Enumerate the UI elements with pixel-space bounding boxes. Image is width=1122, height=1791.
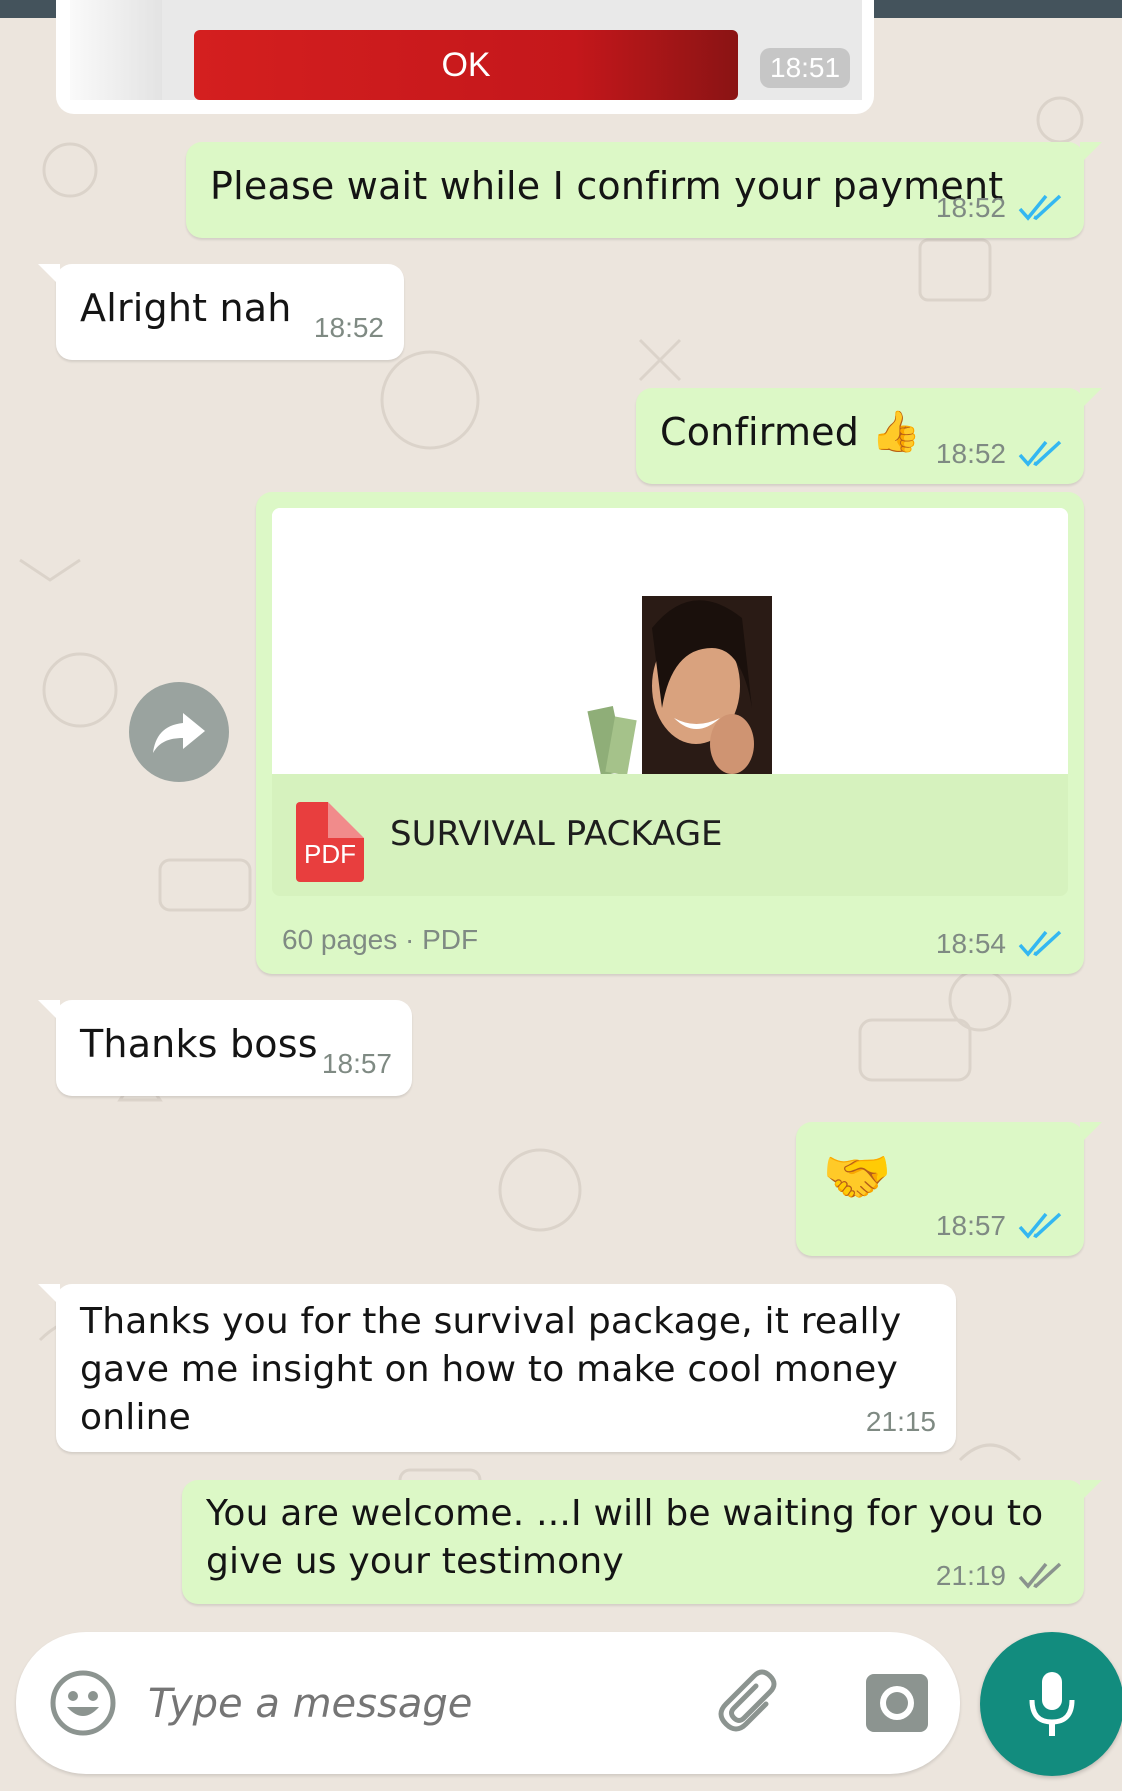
message-time: 18:51: [760, 48, 851, 88]
message-input[interactable]: [146, 1668, 690, 1740]
mic-icon: [1029, 1672, 1075, 1736]
delivered-ticks-icon: [1016, 1561, 1064, 1591]
forward-icon: [153, 713, 205, 753]
voice-record-button[interactable]: [980, 1632, 1122, 1776]
read-ticks-icon: [1016, 439, 1064, 469]
document-thumbnail: [272, 508, 1068, 774]
message-time: 18:52: [935, 192, 1006, 223]
camera-icon: [866, 1674, 928, 1732]
message-time: 21:19: [935, 1560, 1006, 1591]
read-ticks-icon: [1016, 1211, 1064, 1241]
ok-button-in-image: OK: [194, 30, 738, 100]
read-ticks-icon: [1016, 193, 1064, 223]
message-time: 18:57: [935, 1210, 1006, 1241]
message-composer: [16, 1632, 960, 1774]
message-time: 21:15: [865, 1406, 936, 1437]
message-text: Thanks boss: [80, 1022, 318, 1066]
outgoing-message[interactable]: Confirmed 👍 18:52: [636, 388, 1102, 484]
pdf-file-icon: PDF: [296, 802, 364, 882]
document-name: SURVIVAL PACKAGE: [390, 814, 723, 854]
read-ticks-icon: [1016, 929, 1064, 959]
outgoing-message[interactable]: Please wait while I confirm your payment…: [186, 142, 1102, 238]
message-line: You are welcome. ...I will be waiting fo…: [206, 1493, 1044, 1534]
message-line: give us your testimony: [206, 1541, 624, 1582]
document-info: 60 pages · PDF: [282, 924, 479, 955]
pdf-icon-label: PDF: [304, 839, 356, 869]
incoming-message[interactable]: Thanks you for the survival package, it …: [38, 1284, 956, 1452]
attach-icon: [718, 1669, 777, 1732]
thumbs-up-emoji: 👍: [871, 409, 922, 455]
message-text: You are welcome. ...I will be waiting fo…: [206, 1490, 1043, 1586]
incoming-message[interactable]: Alright nah 18:52: [38, 264, 404, 360]
message-time: 18:52: [935, 438, 1006, 469]
message-time: 18:52: [313, 312, 384, 343]
document-message[interactable]: PDF SURVIVAL PACKAGE 60 pages · PDF 18:5…: [256, 492, 1084, 974]
message-text: Thanks you for the survival package, it …: [80, 1298, 956, 1442]
message-time: 18:54: [935, 928, 1006, 959]
attach-button[interactable]: [716, 1668, 786, 1738]
emoji-icon: [50, 1670, 116, 1736]
outgoing-message[interactable]: 🤝 18:57: [796, 1122, 1102, 1256]
ok-button-label: OK: [441, 45, 491, 84]
document-cover-image: [272, 508, 1068, 774]
handshake-emoji: 🤝: [822, 1145, 892, 1208]
message-text: Alright nah: [80, 286, 292, 330]
outgoing-message[interactable]: You are welcome. ...I will be waiting fo…: [182, 1480, 1102, 1604]
message-line: gave me insight on how to make cool mone…: [80, 1349, 899, 1438]
message-line: Thanks you for the survival package, it …: [80, 1301, 902, 1342]
document-file-row[interactable]: PDF SURVIVAL PACKAGE: [272, 774, 1068, 896]
incoming-message[interactable]: Thanks boss 18:57: [38, 1000, 412, 1096]
camera-button[interactable]: [862, 1668, 932, 1738]
message-text: Please wait while I confirm your payment: [210, 164, 1004, 208]
forward-button[interactable]: [129, 682, 229, 782]
message-time: 18:57: [321, 1048, 392, 1079]
image-card-preview-left: [70, 0, 162, 100]
message-text: Confirmed 👍: [660, 408, 921, 456]
message-text-content: Confirmed: [660, 410, 860, 454]
emoji-button[interactable]: [48, 1668, 118, 1738]
